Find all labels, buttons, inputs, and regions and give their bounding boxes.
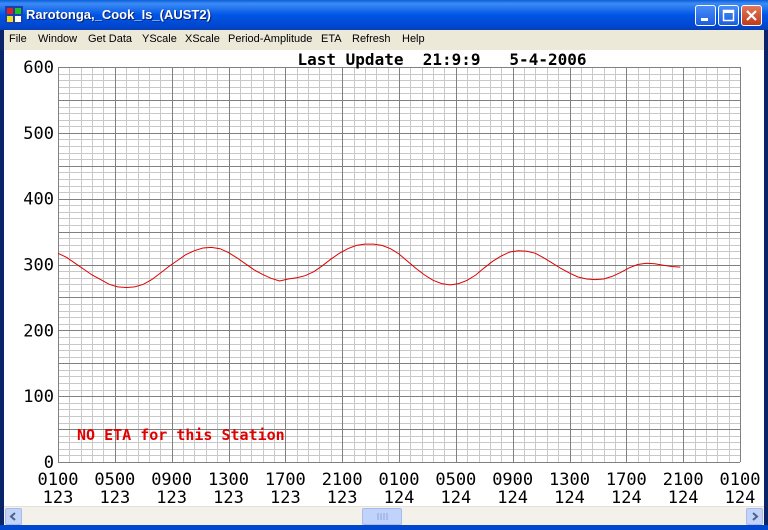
x-tick-time-label: 0100 <box>38 470 79 490</box>
y-tick-label: 100 <box>23 387 54 407</box>
menu-eta[interactable]: ETA <box>321 33 342 45</box>
window-title: Rarotonga,_Cook_Is_(AUST2) <box>26 7 211 22</box>
window-bottom-frame <box>0 525 768 530</box>
x-tick-day-label: 124 <box>554 488 585 506</box>
x-axis-ticks: 0100123050012309001231300123170012321001… <box>38 470 761 508</box>
y-tick-label: 600 <box>23 58 54 78</box>
x-tick-time-label: 1300 <box>208 470 249 490</box>
minimize-button[interactable] <box>695 5 716 26</box>
x-tick-day-label: 124 <box>440 488 471 506</box>
chart-area: Last Update 21:9:9 5-4-2006 0 100 200 300 40… <box>4 50 764 508</box>
x-tick-time-label: 0500 <box>435 470 476 490</box>
menu-yscale[interactable]: YScale <box>142 33 177 45</box>
x-tick-day-label: 123 <box>156 488 187 506</box>
menu-help[interactable]: Help <box>402 33 425 45</box>
maximize-button[interactable] <box>718 5 739 26</box>
x-tick-day-label: 123 <box>270 488 301 506</box>
arrow-right-icon <box>752 512 759 521</box>
x-tick-time-label: 0900 <box>492 470 533 490</box>
x-tick-time-label: 2100 <box>663 470 704 490</box>
y-tick-label: 300 <box>23 256 54 276</box>
menu-get-data[interactable]: Get Data <box>88 33 132 45</box>
y-tick-label: 400 <box>23 190 54 210</box>
x-tick-day-label: 123 <box>43 488 74 506</box>
horizontal-scrollbar[interactable] <box>4 506 764 526</box>
tide-chart: Last Update 21:9:9 5-4-2006 0100 200 300 40… <box>23 50 761 508</box>
x-tick-day-label: 123 <box>213 488 244 506</box>
app-icon <box>5 6 23 24</box>
x-tick-time-label: 0900 <box>151 470 192 490</box>
x-tick-time-label: 1300 <box>549 470 590 490</box>
menu-xscale[interactable]: XScale <box>185 33 220 45</box>
y-tick-label: 200 <box>23 321 54 341</box>
y-axis-ticks: 0100200300400500600 <box>23 58 54 473</box>
x-tick-time-label: 2100 <box>322 470 363 490</box>
menu-bar: File Window Get Data YScale XScale Perio… <box>4 30 764 50</box>
maximize-icon <box>722 9 735 22</box>
arrow-left-icon <box>9 512 16 521</box>
x-tick-time-label: 1700 <box>606 470 647 490</box>
x-tick-time-label: 0100 <box>379 470 420 490</box>
app-window: Rarotonga,_Cook_Is_(AUST2) File Window G… <box>0 0 768 530</box>
menu-period-amplitude[interactable]: Period-Amplitude <box>228 33 312 45</box>
x-tick-day-label: 124 <box>384 488 415 506</box>
x-tick-time-label: 0100 <box>720 470 761 490</box>
close-icon <box>746 10 757 21</box>
scroll-thumb[interactable] <box>362 508 402 525</box>
grip-icon <box>377 513 388 520</box>
x-tick-day-label: 124 <box>668 488 699 506</box>
eta-annotation: NO ETA for this Station <box>77 426 285 444</box>
menu-refresh[interactable]: Refresh <box>352 33 391 45</box>
x-tick-day-label: 124 <box>611 488 642 506</box>
scroll-left-button[interactable] <box>5 508 22 525</box>
x-tick-time-label: 1700 <box>265 470 306 490</box>
menu-file[interactable]: File <box>9 33 27 45</box>
x-tick-day-label: 123 <box>327 488 358 506</box>
y-tick-label: 500 <box>23 124 54 144</box>
x-tick-day-label: 124 <box>497 488 528 506</box>
close-button[interactable] <box>741 5 762 26</box>
x-tick-time-label: 0500 <box>94 470 135 490</box>
chart-title: Last Update 21:9:9 5-4-2006 <box>298 50 587 69</box>
x-tick-day-label: 123 <box>99 488 130 506</box>
title-bar[interactable]: Rarotonga,_Cook_Is_(AUST2) <box>0 0 768 30</box>
x-tick-day-label: 124 <box>725 488 756 506</box>
menu-window[interactable]: Window <box>38 33 77 45</box>
minimize-icon <box>701 18 708 21</box>
scroll-right-button[interactable] <box>746 508 763 525</box>
